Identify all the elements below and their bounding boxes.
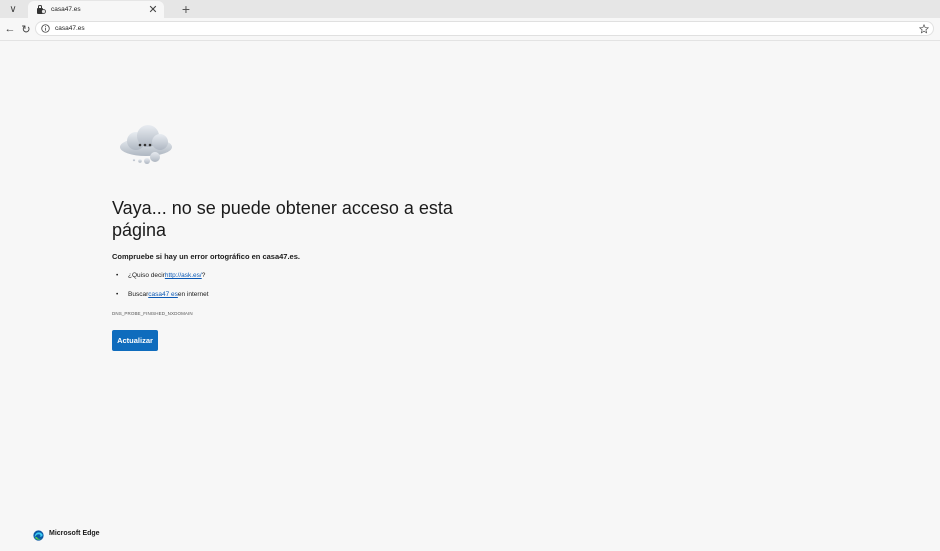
refresh-icon: ↻ (21, 23, 31, 36)
refresh-button[interactable]: ↻ (19, 22, 33, 36)
suggestion-prefix: Buscar (128, 291, 149, 298)
close-icon[interactable]: ✕ (146, 3, 160, 17)
site-favicon-icon (36, 4, 46, 15)
plus-icon: + (181, 1, 191, 17)
page-title: Vaya... no se puede obtener acceso a est… (112, 198, 453, 240)
tab-active[interactable]: casa47.es ✕ (28, 1, 164, 18)
suggestion-prefix: ¿Quiso decir (128, 272, 165, 279)
address-bar[interactable]: casa47.es (35, 21, 934, 36)
tab-actions-button[interactable]: ∨ (6, 2, 20, 16)
search-link[interactable]: casa47 es (148, 290, 178, 309)
chevron-down-icon: ∨ (9, 3, 17, 15)
back-button[interactable]: ← (3, 22, 17, 36)
star-icon[interactable] (919, 23, 929, 34)
list-item: • Buscar casa47 es en internet (116, 290, 209, 309)
suggested-url-link[interactable]: http://ask.es/ (165, 271, 202, 290)
browser-toolbar: ← ↻ casa47.es (0, 18, 940, 41)
tab-strip: ∨ casa47.es ✕ + (0, 0, 940, 18)
edge-branding: Microsoft Edge (33, 528, 100, 541)
error-code: DNS_PROBE_FINISHED_NXDOMAIN (112, 311, 193, 316)
error-page: Vaya... no se puede obtener acceso a est… (0, 41, 940, 551)
error-subheading: Compruebe si hay un error ortográfico en… (112, 252, 300, 261)
tab-title: casa47.es (51, 6, 81, 13)
cloud-icon (118, 125, 176, 169)
list-item: • ¿Quiso decir http://ask.es/? (116, 271, 209, 290)
suggestion-list: • ¿Quiso decir http://ask.es/? • Buscar … (116, 271, 209, 309)
suggestion-suffix: en internet (177, 291, 209, 298)
info-icon[interactable] (41, 24, 50, 33)
brand-name: Microsoft Edge (49, 530, 100, 537)
refresh-page-button[interactable]: Actualizar (112, 330, 158, 351)
suggestion-suffix: ? (201, 272, 206, 279)
url-text[interactable]: casa47.es (55, 25, 919, 32)
arrow-left-icon: ← (4, 23, 16, 35)
new-tab-button[interactable]: + (178, 1, 194, 17)
edge-logo-icon (33, 528, 44, 541)
